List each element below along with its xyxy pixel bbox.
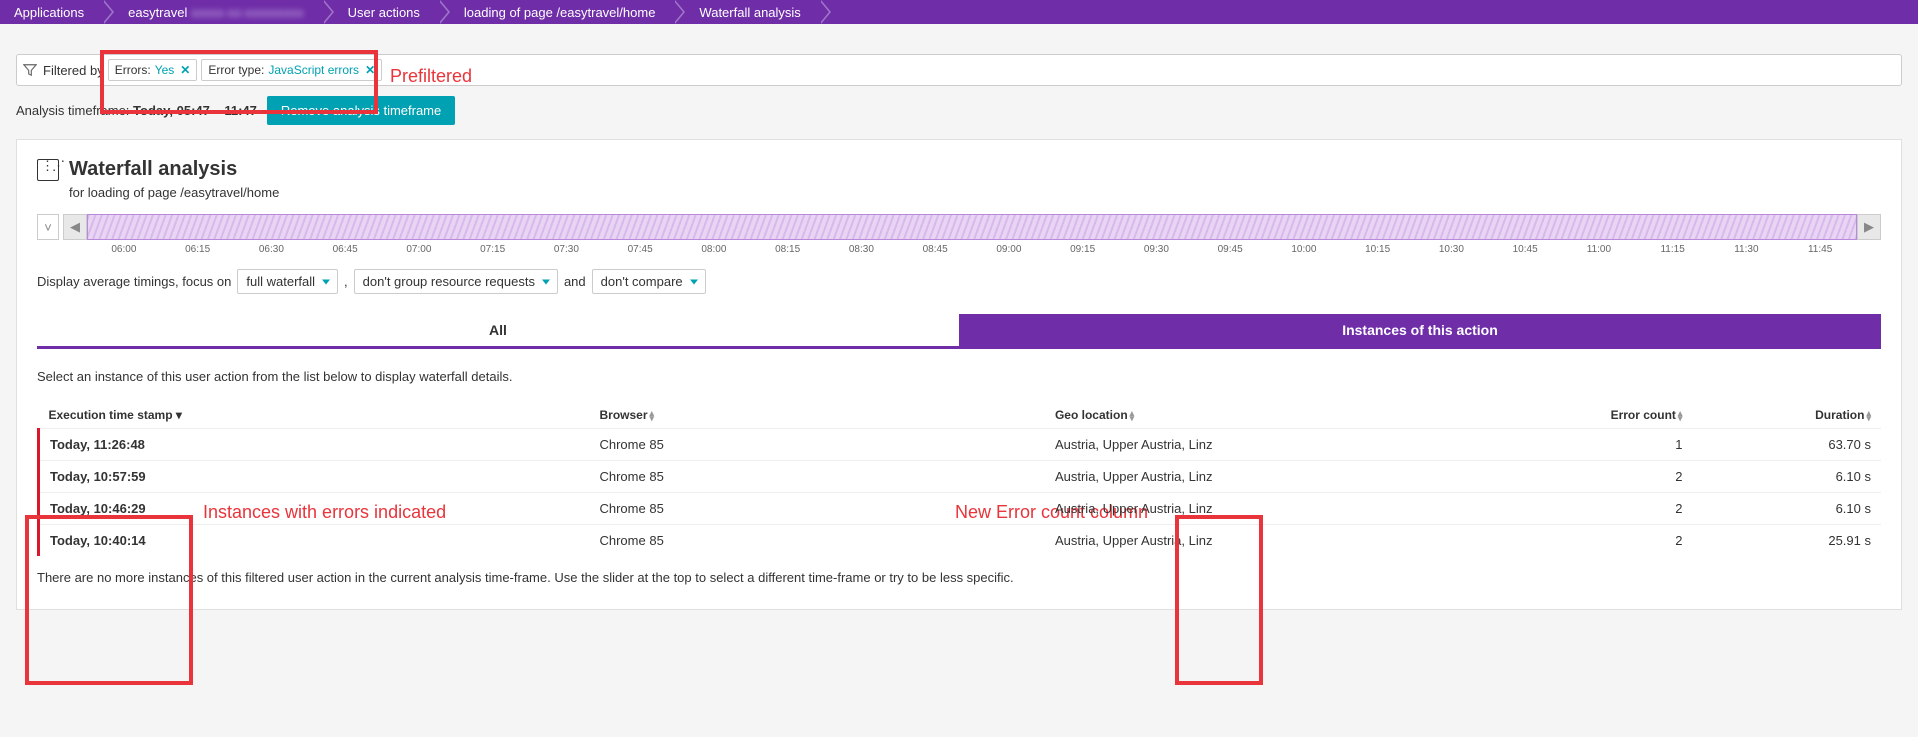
timeline-track[interactable] xyxy=(87,214,1857,240)
timeline-axis: 06:0006:1506:3006:4507:0007:1507:3007:45… xyxy=(87,244,1881,255)
timeline-tick: 06:00 xyxy=(87,244,161,255)
td-timestamp: Today, 10:40:14 xyxy=(39,525,400,557)
td-duration: 25.91 s xyxy=(1702,525,1881,557)
instruction-text: Select an instance of this user action f… xyxy=(37,369,1881,384)
timeline-prev-button[interactable]: ◀ xyxy=(63,214,87,240)
td-duration: 6.10 s xyxy=(1702,461,1881,493)
td-error-count: 1 xyxy=(1463,429,1703,461)
timeline-tick: 09:30 xyxy=(1120,244,1194,255)
timeline-tick: 07:00 xyxy=(382,244,456,255)
th-error-count[interactable]: Error count▴▾ xyxy=(1463,402,1703,429)
select-grouping[interactable]: don't group resource requests xyxy=(354,269,558,294)
td-error-count: 2 xyxy=(1463,461,1703,493)
timeline-tick: 10:00 xyxy=(1267,244,1341,255)
funnel-icon xyxy=(23,63,37,77)
timeline-tick: 06:30 xyxy=(235,244,309,255)
td-geo: Austria, Upper Austria, Linz xyxy=(1045,525,1463,557)
breadcrumb-applications[interactable]: Applications xyxy=(0,0,102,24)
filtered-by-label: Filtered by xyxy=(43,63,104,78)
timeline-zoom-dropdown[interactable]: ˅ xyxy=(37,214,59,240)
panel-subtitle: for loading of page /easytravel/home xyxy=(69,185,1881,200)
breadcrumb: Applications easytravel xxxxx-xx-xxxxxxx… xyxy=(0,0,1918,24)
breadcrumb-app-name[interactable]: easytravel xxxxx-xx-xxxxxxxxx xyxy=(102,0,322,24)
timeline-tick: 10:15 xyxy=(1341,244,1415,255)
instances-table: Execution time stamp ▾ Browser▴▾ Geo loc… xyxy=(37,402,1881,556)
table-row[interactable]: Today, 10:57:59Chrome 85Austria, Upper A… xyxy=(39,461,1882,493)
timeline-next-button[interactable]: ▶ xyxy=(1857,214,1881,240)
timeline-tick: 07:15 xyxy=(456,244,530,255)
no-more-text: There are no more instances of this filt… xyxy=(37,570,1881,585)
timeline-tick: 11:00 xyxy=(1562,244,1636,255)
timeline-tick: 08:30 xyxy=(825,244,899,255)
td-browser: Chrome 85 xyxy=(399,493,1044,525)
timeline-tick: 07:30 xyxy=(530,244,604,255)
td-duration: 6.10 s xyxy=(1702,493,1881,525)
th-geo[interactable]: Geo location▴▾ xyxy=(1045,402,1463,429)
timeline-tick: 11:15 xyxy=(1636,244,1710,255)
timeline-tick: 07:45 xyxy=(603,244,677,255)
timeline-tick: 08:45 xyxy=(898,244,972,255)
timeline-tick: 10:45 xyxy=(1488,244,1562,255)
select-compare[interactable]: don't compare xyxy=(592,269,706,294)
td-timestamp: Today, 11:26:48 xyxy=(39,429,400,461)
timeline: ˅ ◀ ▶ xyxy=(37,214,1881,240)
td-timestamp: Today, 10:57:59 xyxy=(39,461,400,493)
panel-title: Waterfall analysis xyxy=(69,158,237,181)
td-duration: 63.70 s xyxy=(1702,429,1881,461)
th-duration[interactable]: Duration▴▾ xyxy=(1702,402,1881,429)
td-browser: Chrome 85 xyxy=(399,525,1044,557)
breadcrumb-page-load[interactable]: loading of page /easytravel/home xyxy=(438,0,674,24)
sort-icon: ▴▾ xyxy=(1678,411,1683,421)
sort-icon: ▴▾ xyxy=(1130,411,1135,421)
tab-instances[interactable]: Instances of this action xyxy=(959,314,1881,349)
timeline-tick: 11:30 xyxy=(1710,244,1784,255)
td-geo: Austria, Upper Austria, Linz xyxy=(1045,461,1463,493)
analysis-timeframe-value: Today, 05:47 – 11:47 xyxy=(133,103,257,118)
breadcrumb-user-actions[interactable]: User actions xyxy=(322,0,438,24)
timeline-tick: 06:15 xyxy=(161,244,235,255)
filter-bar[interactable]: Filtered by Errors: Yes ✕ Error type: Ja… xyxy=(16,54,1902,86)
td-geo: Austria, Upper Austria, Linz xyxy=(1045,429,1463,461)
sort-desc-icon: ▾ xyxy=(176,408,182,422)
th-timestamp[interactable]: Execution time stamp ▾ xyxy=(39,402,400,429)
td-error-count: 2 xyxy=(1463,493,1703,525)
filter-chip-error-type[interactable]: Error type: JavaScript errors ✕ xyxy=(201,59,382,81)
table-row[interactable]: Today, 11:26:48Chrome 85Austria, Upper A… xyxy=(39,429,1882,461)
display-controls: Display average timings, focus on full w… xyxy=(37,269,1881,294)
timeline-tick: 09:00 xyxy=(972,244,1046,255)
timeline-tick: 10:30 xyxy=(1415,244,1489,255)
td-browser: Chrome 85 xyxy=(399,429,1044,461)
tab-all[interactable]: All xyxy=(37,314,959,349)
chevron-right-icon: ▶ xyxy=(1864,219,1874,235)
waterfall-panel: Waterfall analysis for loading of page /… xyxy=(16,139,1902,610)
waterfall-icon xyxy=(37,159,59,181)
timeline-tick: 09:45 xyxy=(1193,244,1267,255)
td-error-count: 2 xyxy=(1463,525,1703,557)
td-geo: Austria, Upper Austria, Linz xyxy=(1045,493,1463,525)
chevron-left-icon: ◀ xyxy=(70,219,80,235)
sort-icon: ▴▾ xyxy=(1866,411,1871,421)
breadcrumb-waterfall[interactable]: Waterfall analysis xyxy=(673,0,818,24)
timeline-tick: 09:15 xyxy=(1046,244,1120,255)
timeline-tick: 06:45 xyxy=(308,244,382,255)
select-focus[interactable]: full waterfall xyxy=(237,269,338,294)
td-timestamp: Today, 10:46:29 xyxy=(39,493,400,525)
annotation-prefiltered: Prefiltered xyxy=(390,66,472,87)
filter-chip-errors[interactable]: Errors: Yes ✕ xyxy=(108,59,198,81)
close-icon[interactable]: ✕ xyxy=(180,63,190,77)
tabs: All Instances of this action xyxy=(37,314,1881,349)
remove-timeframe-button[interactable]: Remove analysis timeframe xyxy=(267,96,455,125)
chevron-down-icon: ˅ xyxy=(44,220,52,235)
table-row[interactable]: Today, 10:46:29Chrome 85Austria, Upper A… xyxy=(39,493,1882,525)
timeline-tick: 08:00 xyxy=(677,244,751,255)
close-icon[interactable]: ✕ xyxy=(365,63,375,77)
table-row[interactable]: Today, 10:40:14Chrome 85Austria, Upper A… xyxy=(39,525,1882,557)
timeline-tick: 11:45 xyxy=(1783,244,1857,255)
sort-icon: ▴▾ xyxy=(650,411,655,421)
td-browser: Chrome 85 xyxy=(399,461,1044,493)
th-browser[interactable]: Browser▴▾ xyxy=(399,402,1044,429)
analysis-timeframe-row: Analysis timeframe: Today, 05:47 – 11:47… xyxy=(16,96,1902,125)
timeline-tick: 08:15 xyxy=(751,244,825,255)
